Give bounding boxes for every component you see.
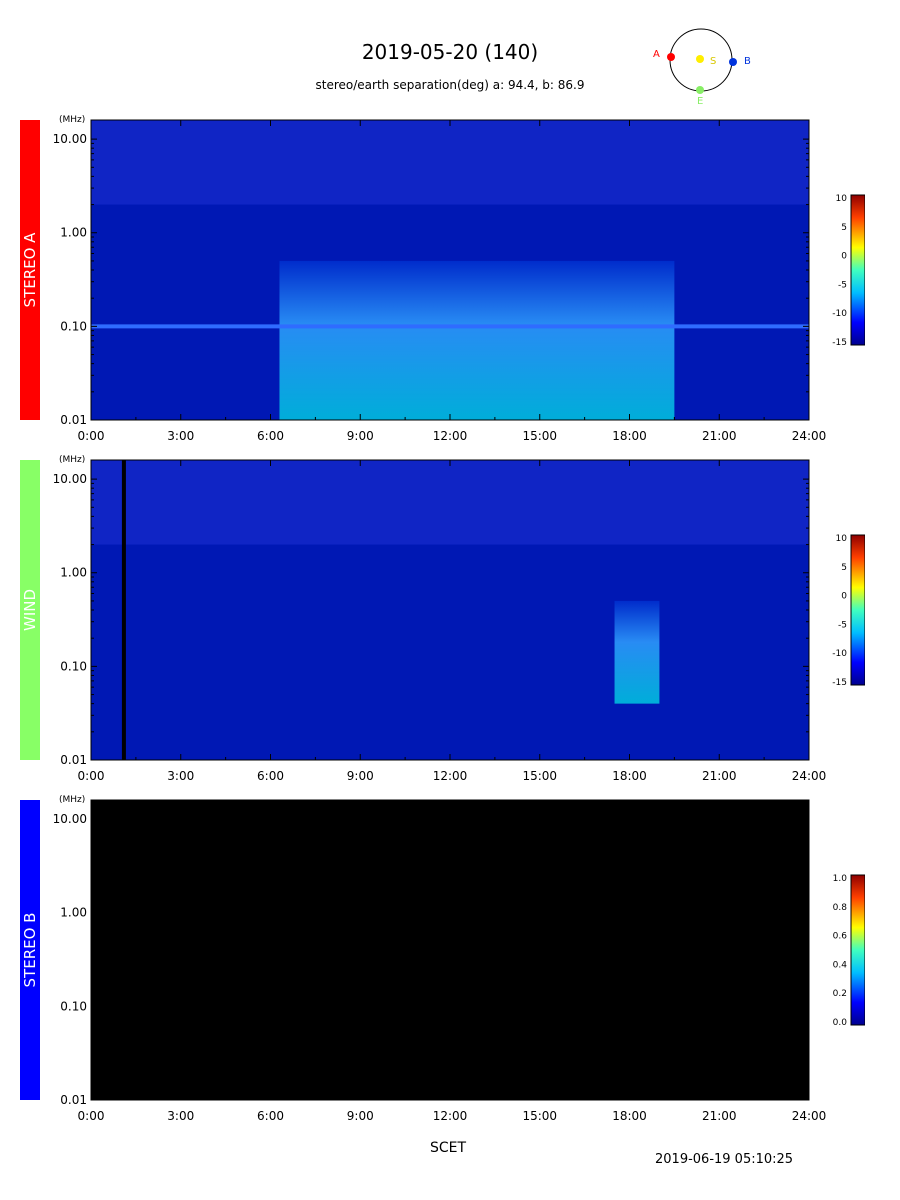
wind-sidebar: WIND xyxy=(20,460,40,760)
high-frequency-noise-band xyxy=(91,460,809,545)
y-tick-label: 10.00 xyxy=(53,132,87,146)
colorbar-tick-label: 5 xyxy=(841,223,847,233)
colorbar-tick-label: -10 xyxy=(832,649,847,659)
y-tick-label: 0.01 xyxy=(60,1093,87,1107)
sun-label: S xyxy=(710,56,716,67)
x-axis-title: SCET xyxy=(430,1140,467,1156)
x-tick-label: 3:00 xyxy=(167,1109,194,1123)
x-tick-label: 6:00 xyxy=(257,429,284,443)
generation-timestamp: 2019-06-19 05:10:25 xyxy=(655,1152,794,1167)
colorbar-tick-label: -15 xyxy=(832,678,847,688)
x-tick-label: 18:00 xyxy=(612,1109,647,1123)
colorbar-tick-label: 0.0 xyxy=(833,1018,848,1028)
x-tick-label: 12:00 xyxy=(433,1109,468,1123)
x-tick-label: 6:00 xyxy=(257,1109,284,1123)
colorbar-tick-label: 0.6 xyxy=(833,932,848,942)
y-tick-label: 0.10 xyxy=(60,319,87,333)
wind-spectrogram: (MHz) 10.00 1.00 0.10 0.01 0:00 3:00 6:00 9:00 12… xyxy=(53,455,865,783)
colorbar xyxy=(850,534,865,686)
x-tick-label: 9:00 xyxy=(347,1109,374,1123)
y-tick-label: 0.01 xyxy=(60,413,87,427)
earth-label: E xyxy=(697,96,703,107)
x-tick-label: 6:00 xyxy=(257,769,284,783)
colorbar xyxy=(850,194,865,346)
colorbar-tick-label: 0 xyxy=(841,252,847,262)
x-tick-label: 15:00 xyxy=(522,769,557,783)
stereo-a-sidebar: STEREO A xyxy=(20,120,40,420)
colorbar-tick-label: -5 xyxy=(838,280,847,290)
colorbar xyxy=(850,874,865,1026)
stereo-a-marker xyxy=(667,53,675,61)
x-tick-label: 9:00 xyxy=(347,769,374,783)
colorbar-tick-label: 10 xyxy=(836,534,848,544)
stereo-b-spectrogram: (MHz) 10.00 1.00 0.10 0.01 0:00 3:00 6:00 9:00 12… xyxy=(53,795,865,1123)
x-tick-label: 9:00 xyxy=(347,429,374,443)
stereo-b-label: B xyxy=(744,56,751,67)
emission-line xyxy=(91,324,809,329)
x-tick-label: 18:00 xyxy=(612,429,647,443)
colorbar-tick-label: 5 xyxy=(841,563,847,573)
x-tick-label: 3:00 xyxy=(167,429,194,443)
x-tick-label: 0:00 xyxy=(78,1109,105,1123)
y-unit-label: (MHz) xyxy=(59,115,85,125)
colorbar-tick-label: 0.8 xyxy=(833,903,848,913)
y-tick-label: 1.00 xyxy=(60,226,87,240)
x-tick-label: 15:00 xyxy=(522,429,557,443)
x-tick-label: 12:00 xyxy=(433,769,468,783)
y-tick-label: 0.10 xyxy=(60,999,87,1013)
type-iii-burst xyxy=(614,600,660,704)
stereo-b-marker xyxy=(729,58,737,66)
y-tick-label: 10.00 xyxy=(53,472,87,486)
x-tick-label: 21:00 xyxy=(702,1109,737,1123)
stereo-a-sidebar-label: STEREO A xyxy=(21,232,39,308)
x-tick-label: 15:00 xyxy=(522,1109,557,1123)
colorbar-tick-label: -10 xyxy=(832,309,847,319)
stereo-a-label: A xyxy=(653,49,660,60)
stereo-a-spectrogram: (MHz) 10.00 1.00 0.10 0.01 0:00 3:00 6:00 9:00 12… xyxy=(53,115,865,443)
colorbar-tick-label: 0 xyxy=(841,592,847,602)
colorbar-tick-label: -15 xyxy=(832,338,847,348)
x-tick-label: 3:00 xyxy=(167,769,194,783)
x-tick-label: 0:00 xyxy=(78,429,105,443)
x-tick-label: 18:00 xyxy=(612,769,647,783)
y-unit-label: (MHz) xyxy=(59,455,85,465)
y-tick-label: 1.00 xyxy=(60,906,87,920)
x-tick-label: 24:00 xyxy=(792,1109,827,1123)
stereo-b-sidebar-label: STEREO B xyxy=(21,912,39,988)
x-tick-label: 24:00 xyxy=(792,429,827,443)
x-tick-label: 0:00 xyxy=(78,769,105,783)
colorbar-tick-label: 0.2 xyxy=(833,989,847,999)
data-gap xyxy=(121,460,126,760)
x-tick-label: 21:00 xyxy=(702,429,737,443)
sun-marker xyxy=(696,55,704,63)
wind-sidebar-label: WIND xyxy=(21,588,39,632)
x-tick-label: 24:00 xyxy=(792,769,827,783)
y-tick-label: 0.10 xyxy=(60,659,87,673)
y-tick-label: 1.00 xyxy=(60,566,87,580)
colorbar-tick-label: 10 xyxy=(836,194,848,204)
spectrogram-background xyxy=(91,800,809,1100)
orbit-diagram: A S B E xyxy=(653,28,751,107)
earth-marker xyxy=(696,86,704,94)
separation-label: stereo/earth separation(deg) a: 94.4, b:… xyxy=(315,78,585,92)
colorbar-tick-label: 1.0 xyxy=(833,874,848,884)
high-frequency-noise-band xyxy=(91,120,809,205)
emission-band xyxy=(279,260,675,420)
colorbar-tick-label: -5 xyxy=(838,620,847,630)
chart-title: 2019-05-20 (140) xyxy=(361,40,539,64)
y-tick-label: 0.01 xyxy=(60,753,87,767)
colorbar-tick-label: 0.4 xyxy=(833,960,848,970)
y-unit-label: (MHz) xyxy=(59,795,85,805)
x-tick-label: 12:00 xyxy=(433,429,468,443)
y-tick-label: 10.00 xyxy=(53,812,87,826)
stereo-b-sidebar: STEREO B xyxy=(20,800,40,1100)
x-tick-label: 21:00 xyxy=(702,769,737,783)
